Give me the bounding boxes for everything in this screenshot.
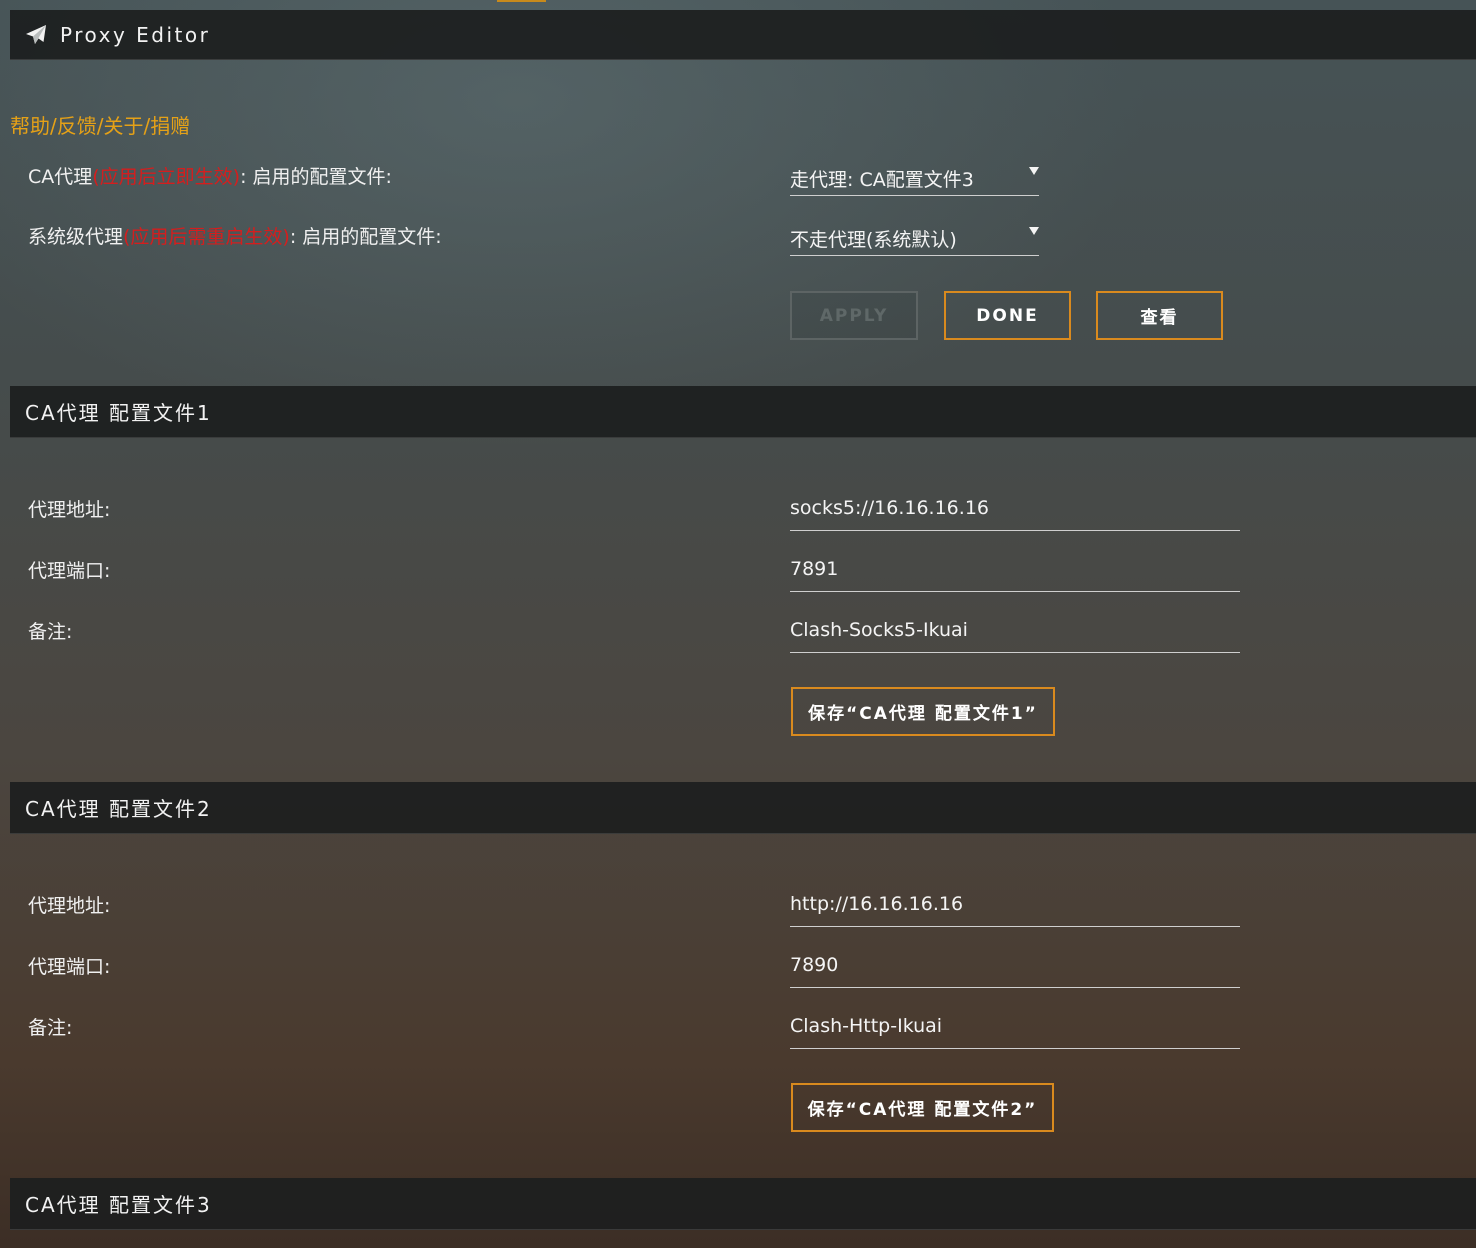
profile-1-address-field — [790, 491, 1240, 531]
system-proxy-label-prefix: 系统级代理 — [28, 226, 124, 248]
ca-proxy-label: CA代理(应用后立即生效): 启用的配置文件: — [28, 162, 392, 189]
profile-2-header: CA代理 配置文件2 — [10, 782, 1476, 834]
header-bar: Proxy Editor — [10, 10, 1476, 60]
system-proxy-select[interactable]: 不走代理(系统默认) — [790, 222, 1039, 256]
profile-2-address-input[interactable] — [790, 893, 1230, 915]
help-feedback-link[interactable]: 帮助/反馈/关于/捐赠 — [10, 110, 190, 139]
profile-1-header: CA代理 配置文件1 — [10, 386, 1476, 438]
system-proxy-label-suffix: : 启用的配置文件: — [289, 226, 442, 248]
system-proxy-label: 系统级代理(应用后需重启生效): 启用的配置文件: — [28, 222, 442, 249]
dropdown-caret-icon — [1029, 227, 1039, 235]
profile-2-note-input[interactable] — [790, 1015, 1230, 1037]
profile-1-note-input[interactable] — [790, 619, 1230, 641]
page-title: Proxy Editor — [60, 22, 211, 47]
profile-2-address-label: 代理地址: — [28, 895, 111, 917]
save-profile-2-button[interactable]: 保存“CA代理 配置文件2” — [791, 1083, 1054, 1132]
system-proxy-warning: (应用后需重启生效) — [123, 226, 290, 248]
profile-2-port-label: 代理端口: — [28, 956, 111, 978]
profile-1-note-label: 备注: — [28, 621, 73, 643]
system-proxy-selected-value: 不走代理(系统默认) — [790, 229, 957, 251]
top-accent-mark — [497, 0, 546, 2]
ca-proxy-label-suffix: : 启用的配置文件: — [240, 166, 392, 188]
profile-1-port-input[interactable] — [790, 558, 1230, 580]
profile-1-port-field — [790, 552, 1240, 592]
profile-1-address-label: 代理地址: — [28, 499, 111, 521]
dropdown-caret-icon — [1029, 167, 1039, 175]
profile-1-title: CA代理 配置文件1 — [25, 401, 212, 425]
ca-proxy-select[interactable]: 走代理: CA配置文件3 — [790, 162, 1039, 196]
done-button[interactable]: DONE — [944, 291, 1071, 340]
ca-proxy-warning: (应用后立即生效) — [92, 166, 241, 188]
profile-3-title: CA代理 配置文件3 — [25, 1193, 212, 1217]
profile-2-port-field — [790, 948, 1240, 988]
profile-2-title: CA代理 配置文件2 — [25, 797, 212, 821]
save-profile-1-button[interactable]: 保存“CA代理 配置文件1” — [791, 687, 1055, 736]
profile-2-note-label: 备注: — [28, 1017, 73, 1039]
view-button[interactable]: 查看 — [1096, 291, 1223, 340]
ca-proxy-label-prefix: CA代理 — [28, 166, 93, 188]
apply-button[interactable]: APPLY — [790, 291, 918, 340]
profile-2-port-input[interactable] — [790, 954, 1230, 976]
profile-2-note-field — [790, 1009, 1240, 1049]
profile-1-address-input[interactable] — [790, 497, 1230, 519]
profile-3-header: CA代理 配置文件3 — [10, 1178, 1476, 1230]
profile-1-note-field — [790, 613, 1240, 653]
paper-plane-icon — [26, 24, 46, 44]
profile-1-port-label: 代理端口: — [28, 560, 111, 582]
profile-2-address-field — [790, 887, 1240, 927]
ca-proxy-selected-value: 走代理: CA配置文件3 — [790, 169, 974, 191]
